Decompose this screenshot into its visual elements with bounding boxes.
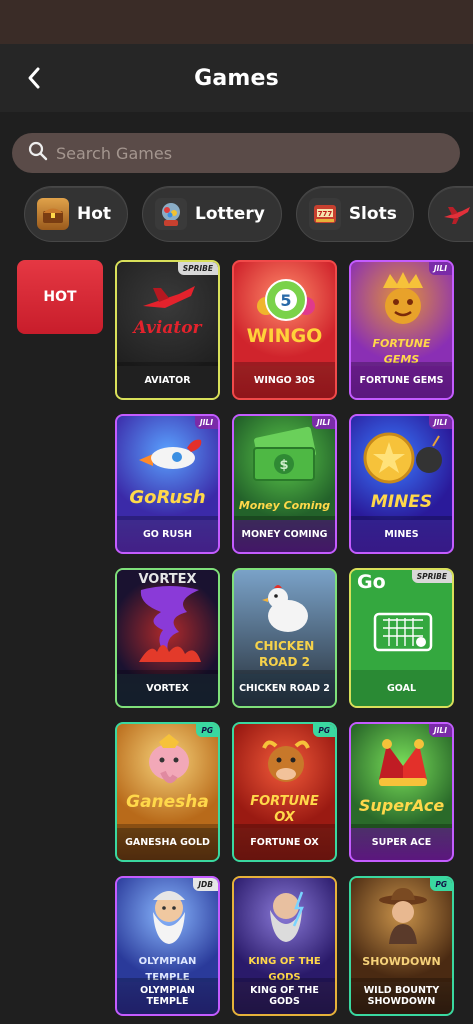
lottery-ball-icon: 5: [257, 279, 315, 321]
game-logo: GoRush: [129, 487, 206, 508]
airplane-icon: [441, 198, 473, 230]
provider-badge: PG: [313, 724, 335, 737]
provider-badge: JILI: [194, 416, 218, 429]
game-title: FORTUNE GEMS: [351, 362, 452, 398]
game-logo: SuperAce: [358, 796, 445, 815]
game-card-wild-bounty-showdown[interactable]: SHOWDOWN PG WILD BOUNTY SHOWDOWN: [349, 876, 454, 1016]
golden-idol-icon: [383, 272, 423, 324]
game-logo: SHOWDOWN: [362, 955, 441, 968]
game-card-aviator[interactable]: Aviator SPRIBE AVIATOR: [115, 260, 220, 400]
zeus-icon: [153, 891, 185, 944]
provider-badge: JILI: [428, 724, 452, 737]
game-logo: WINGO: [246, 325, 323, 347]
game-card-ganesha-gold[interactable]: Ganesha PG GANESHA GOLD: [115, 722, 220, 862]
game-card-goal[interactable]: Go SPRIBE GOAL: [349, 568, 454, 708]
game-logo: Money Coming: [238, 499, 331, 512]
provider-badge: SPRIBE: [411, 570, 452, 583]
game-title: OLYMPIAN TEMPLE: [117, 978, 218, 1014]
game-logo: CHICKEN ROAD 2: [254, 639, 315, 669]
game-title: KING OF THE GODS: [234, 978, 335, 1014]
provider-badge: PG: [430, 878, 452, 891]
provider-badge: JILI: [428, 262, 452, 275]
provider-badge: JILI: [311, 416, 335, 429]
game-title: MINES: [351, 516, 452, 552]
ganesha-icon: [149, 734, 189, 784]
game-title: WINGO 30S: [234, 362, 335, 398]
status-strip: [0, 0, 473, 44]
chip-lottery[interactable]: Lottery: [142, 186, 282, 242]
chip-crash[interactable]: [427, 186, 473, 242]
game-card-wingo-30s[interactable]: 5 WINGO WINGO 30S: [232, 260, 337, 400]
game-title: MONEY COMING: [234, 516, 335, 552]
game-card-king-of-the-gods[interactable]: KING OF THE GODS KING OF THE GODS: [232, 876, 337, 1016]
game-card-go-rush[interactable]: GoRush JILI GO RUSH: [115, 414, 220, 554]
provider-badge: SPRIBE: [177, 262, 218, 275]
game-card-money-coming[interactable]: $ Money Coming JILI MONEY COMING: [232, 414, 337, 554]
rocket-icon: [139, 439, 202, 469]
game-logo: MINES: [370, 492, 433, 512]
page-title: Games: [194, 65, 279, 91]
cowboy-icon: [379, 888, 427, 944]
category-chips: Hot Lottery 777 Slots: [24, 186, 473, 242]
back-arrow-icon[interactable]: [22, 66, 46, 90]
chip-hot[interactable]: Hot: [24, 186, 129, 242]
svg-text:5: 5: [280, 291, 291, 310]
chip-label: Lottery: [195, 204, 265, 224]
game-card-fortune-gems[interactable]: FORTUNE GEMS JILI FORTUNE GEMS: [349, 260, 454, 400]
game-card-super-ace[interactable]: SuperAce JILI SUPER ACE: [349, 722, 454, 862]
game-card-chicken-road-2[interactable]: CHICKEN ROAD 2 CHICKEN ROAD 2: [232, 568, 337, 708]
game-logo: Aviator: [133, 318, 202, 338]
app-header: Games: [0, 44, 473, 112]
game-title: SUPER ACE: [351, 824, 452, 860]
airplane-icon: [143, 286, 195, 308]
game-title: AVIATOR: [117, 362, 218, 398]
game-card-vortex[interactable]: VORTEX VORTEX: [115, 568, 220, 708]
game-card-fortune-ox[interactable]: FORTUNE OX PG FORTUNE OX: [232, 722, 337, 862]
provider-badge: JDB: [193, 878, 218, 891]
game-logo: Ganesha: [126, 792, 209, 812]
game-title: GOAL: [351, 670, 452, 706]
jester-hat-icon: [379, 739, 427, 786]
game-card-mines[interactable]: MINES JILI MINES: [349, 414, 454, 554]
god-icon: [270, 891, 304, 942]
provider-badge: JILI: [428, 416, 452, 429]
chip-label: Slots: [348, 204, 397, 224]
chip-label: Hot: [77, 204, 112, 224]
game-title: GANESHA GOLD: [117, 824, 218, 860]
tornado-icon: [139, 586, 201, 662]
game-title: CHICKEN ROAD 2: [234, 670, 335, 706]
search-icon: [28, 141, 48, 165]
lottery-machine-icon: [155, 198, 188, 230]
games-grid: Aviator SPRIBE AVIATOR 5 WINGO WINGO 30S…: [115, 260, 455, 1016]
game-logo: FORTUNE OX: [250, 794, 319, 825]
game-title: WILD BOUNTY SHOWDOWN: [351, 978, 452, 1014]
chip-slots[interactable]: 777 Slots: [295, 186, 414, 242]
game-card-olympian-temple[interactable]: OLYMPIAN TEMPLE JDB OLYMPIAN TEMPLE: [115, 876, 220, 1016]
game-title: FORTUNE OX: [234, 824, 335, 860]
ox-icon: [262, 740, 310, 782]
game-logo: VORTEX: [138, 572, 197, 587]
star-coin-icon: [363, 432, 442, 484]
svg-text:$: $: [279, 458, 288, 473]
chicken-icon: [262, 585, 308, 632]
treasure-chest-icon: [37, 198, 69, 230]
soccer-goal-icon: [373, 612, 433, 652]
game-title: VORTEX: [117, 670, 218, 706]
slot-machine-icon: 777: [308, 198, 341, 230]
svg-text:777: 777: [318, 210, 333, 218]
sidebar-item-hot[interactable]: HOT: [17, 260, 103, 334]
search-bar[interactable]: [12, 133, 460, 173]
provider-badge: PG: [196, 724, 218, 737]
cash-stack-icon: $: [253, 426, 316, 481]
game-title: GO RUSH: [117, 516, 218, 552]
search-input[interactable]: [56, 143, 436, 163]
